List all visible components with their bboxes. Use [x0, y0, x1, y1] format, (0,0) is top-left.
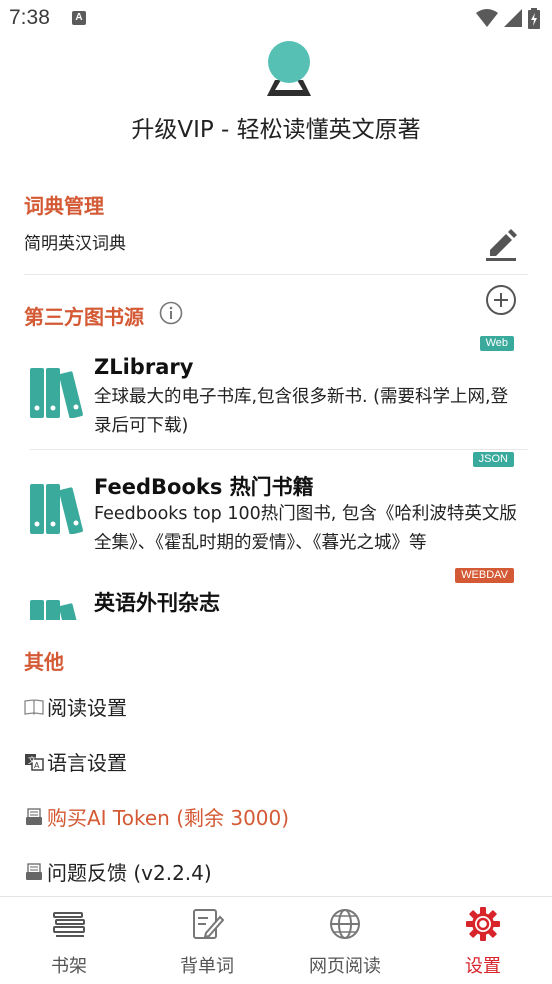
- divider: [30, 449, 528, 450]
- language-settings-label: 语言设置: [47, 751, 127, 775]
- feedback-label: 问题反馈 (v2.2.4): [47, 861, 212, 885]
- battery-icon: [528, 7, 540, 29]
- nav-settings[interactable]: 设置: [414, 897, 552, 984]
- inbox-icon: [26, 862, 42, 880]
- nav-bookshelf[interactable]: 书架: [0, 897, 138, 984]
- dictionary-section-title: 词典管理: [24, 194, 104, 218]
- status-time: 7:38: [9, 6, 50, 29]
- buy-ai-token-item[interactable]: 购买AI Token (剩余 3000): [24, 802, 289, 831]
- nav-bookshelf-label: 书架: [51, 956, 87, 977]
- reading-settings-item[interactable]: 阅读设置: [24, 692, 127, 721]
- language-settings-item[interactable]: 文A 语言设置: [24, 747, 127, 776]
- info-icon[interactable]: [159, 301, 183, 325]
- bookshelf-icon: [53, 912, 85, 937]
- note-edit-icon: [193, 909, 225, 939]
- books-icon-clip: [30, 598, 88, 620]
- nav-vocabulary[interactable]: 背单词: [138, 897, 276, 984]
- edit-icon[interactable]: [484, 226, 518, 262]
- source-description: Feedbooks top 100热门图书, 包含《哈利波特英文版全集》、《霍乱…: [94, 504, 517, 553]
- nav-web-reading[interactable]: 网页阅读: [276, 897, 414, 984]
- nav-vocabulary-label: 背单词: [180, 956, 234, 977]
- reading-settings-label: 阅读设置: [47, 696, 127, 720]
- source-type-tag: Web: [479, 336, 514, 351]
- source-name[interactable]: ZLibrary: [94, 355, 193, 379]
- book-open-icon: [24, 698, 44, 715]
- source-type-tag: WEBDAV: [455, 568, 514, 583]
- nav-settings-label: 设置: [465, 956, 501, 977]
- source-name[interactable]: FeedBooks 热门书籍: [94, 471, 314, 501]
- divider: [24, 274, 528, 275]
- source-name[interactable]: 英语外刊杂志: [94, 587, 220, 617]
- inbox-icon: [26, 807, 42, 825]
- wifi-icon: [476, 9, 498, 27]
- books-icon: [30, 484, 83, 534]
- add-source-icon[interactable]: [485, 284, 517, 316]
- signal-icon: [504, 9, 522, 27]
- source-type-tag: JSON: [472, 452, 514, 467]
- user-avatar-icon[interactable]: [263, 40, 315, 100]
- buy-ai-token-label: 购买AI Token (剩余 3000): [47, 806, 290, 830]
- gear-icon: [466, 907, 500, 941]
- notification-icon: A: [72, 11, 86, 25]
- bottom-nav: 书架 背单词 网页阅读 设置: [0, 896, 552, 984]
- current-dictionary[interactable]: 简明英汉词典: [24, 229, 126, 254]
- status-icons: [476, 7, 540, 29]
- books-icon: [30, 600, 83, 620]
- books-icon: [30, 368, 83, 418]
- feedback-item[interactable]: 问题反馈 (v2.2.4): [24, 857, 212, 886]
- source-description: 全球最大的电子书库,包含很多新书. (需要科学上网,登录后可下载): [94, 387, 509, 436]
- nav-web-reading-label: 网页阅读: [309, 956, 381, 977]
- globe-icon: [330, 909, 360, 939]
- other-section-title: 其他: [24, 650, 64, 674]
- language-icon: 文A: [25, 753, 44, 771]
- svg-text:A: A: [34, 761, 40, 770]
- sources-section-title: 第三方图书源: [24, 305, 144, 329]
- upgrade-vip-title[interactable]: 升级VIP - 轻松读懂英文原著: [0, 110, 552, 144]
